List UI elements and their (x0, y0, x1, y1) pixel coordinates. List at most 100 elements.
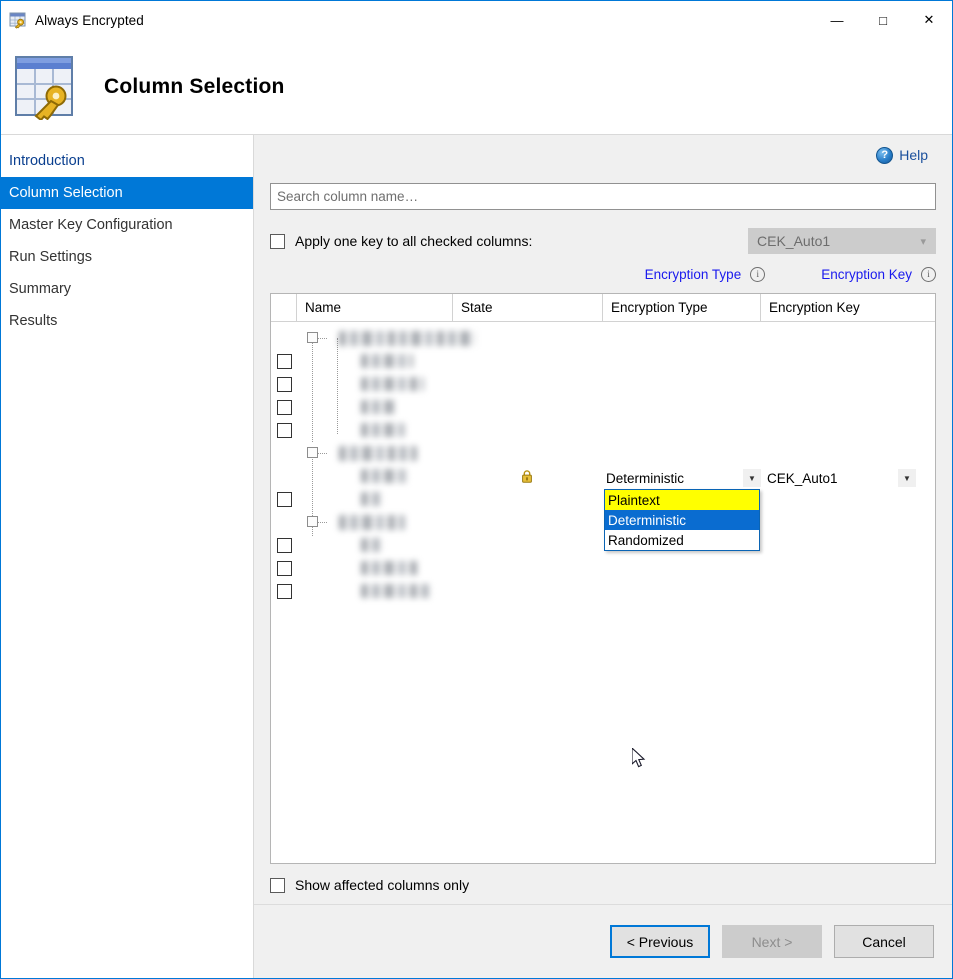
show-affected-columns-checkbox[interactable] (270, 877, 285, 893)
redacted-table-name (339, 446, 417, 461)
row-checkbox[interactable] (277, 538, 292, 553)
redacted-column-name (361, 538, 381, 552)
encryption-type-dropdown-list[interactable]: Plaintext Deterministic Randomized (604, 489, 760, 551)
body: Introduction Column Selection Master Key… (1, 134, 952, 978)
maximize-icon[interactable]: □ (860, 1, 906, 39)
table-key-large-icon (14, 54, 76, 121)
table-row[interactable] (271, 535, 935, 558)
apply-one-key-label: Apply one key to all checked columns: (295, 233, 533, 249)
row-checkbox[interactable] (277, 423, 292, 438)
encryption-key-combo-arrow[interactable]: ▼ (898, 469, 916, 487)
sidebar-item-results[interactable]: Results (1, 305, 253, 337)
row-checkbox[interactable] (277, 377, 292, 392)
table-row[interactable] (271, 558, 935, 581)
redacted-column-name (361, 469, 408, 483)
help-row: ? Help (270, 135, 936, 175)
encryption-type-value: Deterministic (606, 470, 685, 486)
sidebar-item-column-selection[interactable]: Column Selection (1, 177, 253, 209)
cancel-button[interactable]: Cancel (834, 925, 934, 958)
row-checkbox[interactable] (277, 561, 292, 576)
grid-body: Deterministic ▼ CEK_Auto1 ▼ Plaintext De… (271, 322, 935, 863)
encryption-type-combo-arrow[interactable]: ▼ (743, 469, 761, 487)
sidebar-item-master-key-configuration[interactable]: Master Key Configuration (1, 209, 253, 241)
window-controls: — □ ✕ (814, 1, 952, 39)
redacted-column-name (361, 584, 433, 598)
question-mark-icon: ? (876, 146, 894, 164)
grid-header-name[interactable]: Name (297, 294, 453, 321)
table-row-active[interactable]: Deterministic ▼ CEK_Auto1 ▼ (271, 466, 935, 490)
redacted-column-name (361, 492, 381, 506)
row-checkbox[interactable] (277, 584, 292, 599)
tree-line (318, 522, 327, 524)
encryption-key-help-link[interactable]: Encryption Key (821, 267, 912, 282)
sidebar-item-introduction[interactable]: Introduction (1, 145, 253, 177)
redacted-column-name (361, 423, 405, 437)
help-link[interactable]: ? Help (876, 146, 928, 164)
encryption-type-help-link[interactable]: Encryption Type (645, 267, 742, 282)
tree-line (318, 338, 327, 340)
content-panel: ? Help Apply one key to all checked colu… (254, 134, 952, 978)
redacted-table-name (339, 515, 405, 530)
next-button: Next > (722, 925, 822, 958)
redacted-column-name (361, 561, 419, 575)
redacted-column-name (361, 354, 413, 368)
expander-icon[interactable] (307, 447, 318, 458)
table-row[interactable] (271, 351, 935, 374)
table-row[interactable] (271, 489, 935, 512)
redacted-column-name (361, 377, 424, 391)
table-row[interactable] (271, 374, 935, 397)
table-row[interactable] (271, 443, 935, 466)
encryption-key-combo[interactable]: CEK_Auto1 (763, 466, 893, 490)
lock-icon (521, 470, 533, 483)
wizard-steps-sidebar: Introduction Column Selection Master Key… (1, 134, 254, 978)
table-row[interactable] (271, 512, 935, 535)
search-row (270, 175, 936, 210)
chevron-down-icon: ▾ (920, 235, 926, 248)
table-key-icon (9, 11, 27, 29)
dropdown-option-plaintext[interactable]: Plaintext (605, 490, 759, 510)
column-hints-row: Encryption Type i Encryption Key i (270, 261, 936, 287)
dropdown-option-deterministic[interactable]: Deterministic (605, 510, 759, 530)
wizard-footer: < Previous Next > Cancel (254, 904, 952, 978)
always-encrypted-wizard-window: Always Encrypted — □ ✕ Column Selection (0, 0, 953, 979)
show-affected-columns-label: Show affected columns only (295, 877, 470, 893)
dropdown-option-randomized[interactable]: Randomized (605, 530, 759, 550)
search-input[interactable] (270, 183, 936, 210)
mouse-cursor (631, 746, 646, 774)
table-row[interactable] (271, 581, 935, 604)
apply-one-key-row: Apply one key to all checked columns: CE… (270, 228, 936, 254)
sidebar-item-summary[interactable]: Summary (1, 273, 253, 305)
grid-header-encryption-type[interactable]: Encryption Type (603, 294, 761, 321)
info-icon-encryption-key[interactable]: i (921, 266, 936, 282)
expander-icon[interactable] (307, 332, 318, 343)
columns-grid: Name State Encryption Type Encryption Ke… (270, 293, 936, 864)
tree-line (318, 453, 327, 455)
table-row[interactable] (271, 397, 935, 420)
row-checkbox[interactable] (277, 400, 292, 415)
title-bar: Always Encrypted — □ ✕ (1, 1, 952, 39)
row-checkbox[interactable] (277, 492, 292, 507)
page-title: Column Selection (104, 74, 285, 98)
encryption-key-value: CEK_Auto1 (767, 470, 838, 486)
apply-one-key-select[interactable]: CEK_Auto1 ▾ (748, 228, 936, 254)
row-checkbox[interactable] (277, 354, 292, 369)
grid-header-checkbox (271, 294, 297, 321)
sidebar-item-run-settings[interactable]: Run Settings (1, 241, 253, 273)
encryption-type-combo[interactable]: Deterministic (602, 466, 750, 490)
close-icon[interactable]: ✕ (906, 1, 952, 39)
info-icon-encryption-type[interactable]: i (750, 266, 766, 282)
table-row[interactable] (271, 420, 935, 443)
help-label: Help (899, 147, 928, 163)
redacted-table-name (339, 331, 475, 346)
page-header: Column Selection (1, 39, 952, 134)
minimize-icon[interactable]: — (814, 1, 860, 39)
grid-header-encryption-key[interactable]: Encryption Key (761, 294, 935, 321)
table-row[interactable] (271, 328, 935, 351)
grid-header-row: Name State Encryption Type Encryption Ke… (271, 294, 935, 322)
redacted-column-name (361, 400, 397, 414)
expander-icon[interactable] (307, 516, 318, 527)
grid-header-state[interactable]: State (453, 294, 603, 321)
previous-button[interactable]: < Previous (610, 925, 710, 958)
apply-one-key-checkbox[interactable] (270, 233, 285, 249)
window-title: Always Encrypted (35, 12, 144, 28)
